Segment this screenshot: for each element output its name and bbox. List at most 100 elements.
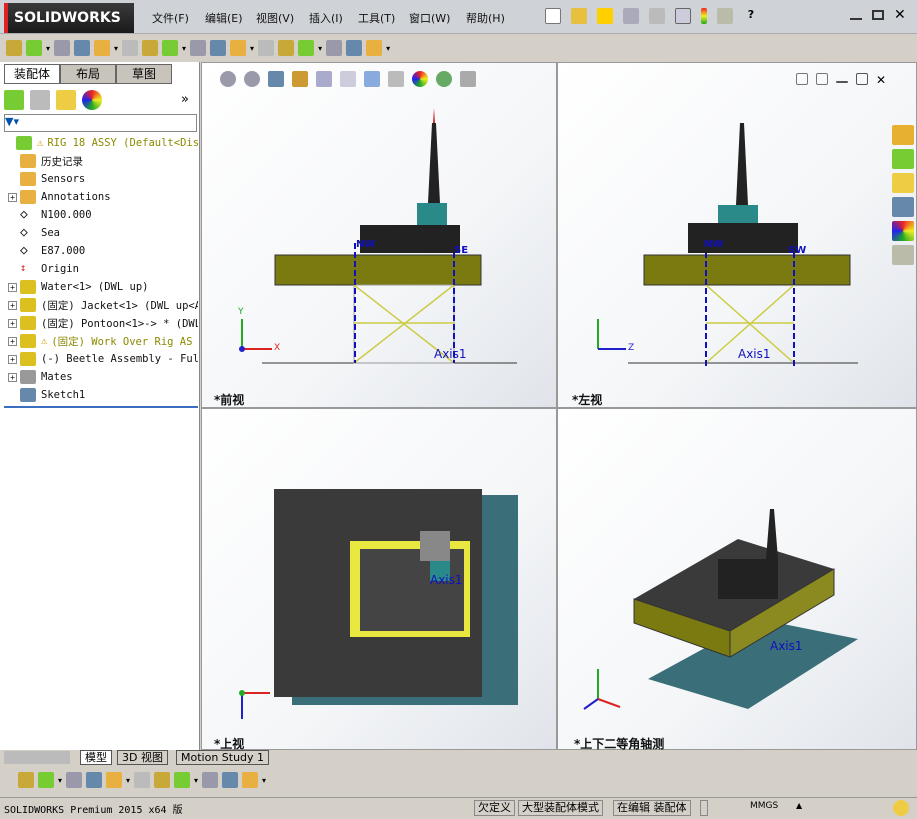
dropdown-arrow-icon[interactable]: ▾	[250, 44, 254, 53]
minimize-icon[interactable]	[850, 18, 862, 20]
design-library-icon[interactable]	[892, 149, 914, 169]
property-manager-icon[interactable]	[30, 90, 50, 110]
menu-item[interactable]: 工具(T)	[358, 10, 395, 26]
reference-geometry-icon[interactable]	[190, 40, 207, 56]
tree-item[interactable]: ⚠ RIG 18 ASSY (Default<Disp	[4, 134, 198, 152]
tree-item[interactable]: ↕ Origin	[8, 260, 79, 278]
expand-icon[interactable]: +	[8, 192, 17, 202]
undo-icon[interactable]	[649, 8, 665, 24]
tree-item[interactable]: ◇ Sea	[8, 224, 60, 242]
rebuild-warning-icon[interactable]	[597, 8, 613, 24]
expand-icon[interactable]: +	[8, 336, 17, 346]
explode-line-icon[interactable]	[278, 40, 295, 56]
panel-tab[interactable]: 装配体	[4, 64, 60, 84]
expand-panel-icon[interactable]: »	[181, 92, 189, 107]
print-icon[interactable]	[623, 8, 639, 24]
bill-of-materials-icon[interactable]	[230, 40, 247, 56]
rollback-bar[interactable]	[4, 406, 198, 408]
expand-icon[interactable]: +	[8, 318, 17, 328]
scene-icon[interactable]	[436, 71, 452, 87]
previous-view-icon[interactable]	[268, 71, 284, 87]
custom-properties-icon[interactable]	[892, 245, 914, 265]
clearance-icon[interactable]	[326, 40, 343, 56]
edit-component-icon[interactable]	[6, 40, 22, 56]
insert-components-icon[interactable]	[26, 40, 42, 56]
minimize-icon[interactable]	[836, 81, 848, 83]
restore-icon[interactable]	[856, 73, 868, 85]
expand-icon[interactable]: +	[8, 300, 17, 310]
table-icon[interactable]	[222, 772, 239, 788]
tree-item[interactable]: + (固定) Pontoon<1>-> * (DWL	[8, 314, 198, 332]
hide-show-icon[interactable]	[388, 71, 404, 87]
appearance-icon[interactable]	[412, 71, 428, 87]
resources-home-icon[interactable]	[892, 125, 914, 145]
mirror-icon[interactable]	[134, 772, 151, 788]
bottom-tab[interactable]: 3D 视图	[117, 750, 168, 765]
rectangle-icon[interactable]	[86, 772, 103, 788]
units-selector[interactable]: MMGS	[750, 801, 778, 811]
dropdown-arrow-icon[interactable]: ▾	[262, 776, 266, 785]
viewport-front[interactable]: Axis1 NW SE Y X *前视	[201, 62, 557, 408]
dynamic-annotation-icon[interactable]	[316, 71, 332, 87]
menu-item[interactable]: 帮助(H)	[466, 10, 505, 26]
tree-item[interactable]: + Water<1> (DWL up)	[8, 278, 148, 296]
options-icon[interactable]	[717, 8, 733, 24]
close-icon[interactable]: ✕	[876, 73, 886, 87]
tree-item[interactable]: ◇ E87.000	[8, 242, 85, 260]
exploded-view-icon[interactable]	[258, 40, 275, 56]
configuration-manager-icon[interactable]	[56, 90, 76, 110]
large-assembly-mode[interactable]: 大型装配体模式	[518, 800, 603, 816]
panel-tab[interactable]: 草图	[116, 64, 172, 84]
dropdown-arrow-icon[interactable]: ▾	[386, 44, 390, 53]
section-icon[interactable]	[202, 772, 219, 788]
dropdown-arrow-icon[interactable]: ▾	[182, 44, 186, 53]
tree-item[interactable]: 历史记录	[8, 152, 83, 170]
dropdown-arrow-icon[interactable]: ▾	[114, 44, 118, 53]
display-manager-icon[interactable]	[82, 90, 102, 110]
smart-dimension-icon[interactable]	[38, 772, 54, 788]
filter-field[interactable]: ▼▾	[4, 114, 197, 132]
zoom-area-icon[interactable]	[244, 71, 260, 87]
select-icon[interactable]	[675, 8, 691, 24]
units-arrow-icon[interactable]: ▲	[796, 801, 802, 810]
show-hidden-icon[interactable]	[142, 40, 159, 56]
bottom-tab[interactable]: 模型	[80, 750, 112, 765]
section-view-icon[interactable]	[292, 71, 308, 87]
new-motion-study-icon[interactable]	[210, 40, 227, 56]
traffic-light-icon[interactable]	[701, 8, 707, 24]
mate-icon[interactable]	[54, 40, 71, 56]
close-icon[interactable]: ✕	[894, 8, 906, 22]
tree-item[interactable]: + (固定) Jacket<1> (DWL up<A	[8, 296, 198, 314]
expand-icon[interactable]: +	[8, 282, 17, 292]
tree-item[interactable]: + Annotations	[8, 188, 111, 206]
viewport-left[interactable]: Axis1 NW SW Z *左视 ✕	[557, 62, 917, 408]
display-style-icon[interactable]	[364, 71, 380, 87]
dropdown-arrow-icon[interactable]: ▾	[126, 776, 130, 785]
menu-item[interactable]: 编辑(E)	[205, 10, 243, 26]
viewport-isometric[interactable]: Axis1 *上下二等角轴测	[557, 408, 917, 751]
view-settings-icon[interactable]	[460, 71, 476, 87]
linear-pattern-icon[interactable]	[74, 40, 91, 56]
tree-item[interactable]: + Mates	[8, 368, 73, 386]
line-icon[interactable]	[66, 772, 83, 788]
tree-item[interactable]: Sketch1	[8, 386, 85, 404]
tree-item[interactable]: + ⚠ (固定) Work Over Rig AS	[8, 332, 192, 350]
file-explorer-icon[interactable]	[892, 173, 914, 193]
tab-scroll-arrows[interactable]	[4, 751, 70, 764]
circle-icon[interactable]	[106, 772, 123, 788]
viewport-top[interactable]: Axis1 *上视	[201, 408, 557, 751]
link-views-icon[interactable]	[796, 73, 808, 85]
expand-icon[interactable]: +	[8, 354, 17, 364]
interference-detection-icon[interactable]	[298, 40, 315, 56]
display-icon[interactable]	[242, 772, 259, 788]
appearances-icon[interactable]	[892, 221, 914, 241]
menu-item[interactable]: 文件(F)	[152, 10, 189, 26]
menu-item[interactable]: 窗口(W)	[409, 10, 450, 26]
view-orientation-icon[interactable]	[340, 71, 356, 87]
menu-item[interactable]: 插入(I)	[309, 10, 343, 26]
view-icon[interactable]	[174, 772, 191, 788]
rebuild-tag-icon[interactable]	[893, 800, 909, 816]
viewport-toggle-icon[interactable]	[816, 73, 828, 85]
tree-item[interactable]: ◇ N100.000	[8, 206, 92, 224]
feature-manager-icon[interactable]	[4, 90, 24, 110]
